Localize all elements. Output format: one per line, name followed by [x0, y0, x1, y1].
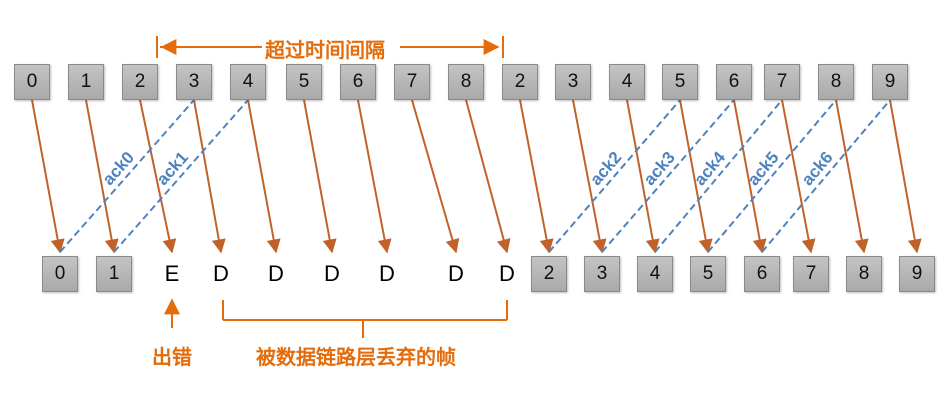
sent-frame-15: 8 [818, 64, 854, 100]
discarded-frames-label: 被数据链路层丢弃的帧 [256, 341, 456, 370]
received-frame-12: 5 [690, 256, 726, 292]
timeout-label: 超过时间间隔 [262, 34, 388, 63]
frame-arrow-5 [303, 99, 337, 254]
sent-frame-5: 5 [286, 64, 322, 100]
received-frame-13: 6 [744, 256, 780, 292]
ack-label-4: ack4 [690, 148, 729, 190]
frame-arrow-9 [519, 99, 554, 254]
sent-frame-3: 3 [176, 64, 212, 100]
sent-frame-7: 7 [394, 64, 430, 100]
received-frame-0: 0 [42, 256, 78, 292]
sent-frame-14: 7 [764, 64, 800, 100]
frame-arrow-0 [31, 99, 65, 254]
frame-arrow-4 [247, 99, 281, 254]
sent-frame-8: 8 [448, 64, 484, 100]
frame-arrow-16 [889, 99, 922, 254]
sent-frame-0: 0 [14, 64, 50, 100]
sent-frame-9: 2 [502, 64, 538, 100]
frame-arrow-15 [835, 99, 869, 254]
received-frame-11: 4 [637, 256, 673, 292]
frame-arrow-8 [465, 99, 511, 254]
arrows-layer: ack0 ack1 ack2 ack3 ack4 ack5 ack6 [31, 36, 922, 338]
discarded-frame-mark: D [213, 261, 229, 286]
discarded-frame-mark: D [268, 261, 284, 286]
go-back-n-diagram: ack0 ack1 ack2 ack3 ack4 ack5 ack6 01234567823… [0, 0, 940, 415]
sent-frame-11: 4 [609, 64, 645, 100]
discarded-frame-mark: D [448, 261, 464, 286]
received-frame-1: 1 [96, 256, 132, 292]
received-frame-14: 7 [793, 256, 829, 292]
frame-arrow-6 [357, 99, 392, 254]
sent-frame-16: 9 [872, 64, 908, 100]
discarded-frame-mark: D [499, 261, 515, 286]
sent-frame-13: 6 [716, 64, 752, 100]
sent-frame-4: 4 [230, 64, 266, 100]
sent-frame-2: 2 [122, 64, 158, 100]
ack-label-1: ack1 [153, 148, 192, 189]
ack-label-2: ack2 [586, 148, 625, 189]
ack-label-0: ack0 [99, 148, 138, 189]
error-frame-mark: E [164, 261, 180, 286]
sent-frame-10: 3 [555, 64, 591, 100]
ack-label-3: ack3 [640, 148, 679, 189]
received-frame-16: 9 [899, 256, 935, 292]
ack-lines: ack0 ack1 ack2 ack3 ack4 ack5 ack6 [59, 99, 891, 253]
discarded-frame-mark: D [324, 261, 340, 286]
received-frame-10: 3 [584, 256, 620, 292]
ack-line-1 [113, 99, 249, 253]
sent-frame-12: 5 [662, 64, 698, 100]
frame-arrow-3 [193, 99, 226, 254]
discarded-frame-mark: D [379, 261, 395, 286]
received-frame-9: 2 [531, 256, 567, 292]
ack-label-5: ack5 [744, 148, 783, 189]
received-frame-15: 8 [846, 256, 882, 292]
frame-arrow-7 [411, 99, 460, 254]
sent-frame-1: 1 [68, 64, 104, 100]
sent-frame-6: 6 [340, 64, 376, 100]
ack-label-6: ack6 [798, 148, 837, 189]
error-label: 出错 [152, 341, 192, 370]
ack-line-6 [761, 99, 891, 253]
